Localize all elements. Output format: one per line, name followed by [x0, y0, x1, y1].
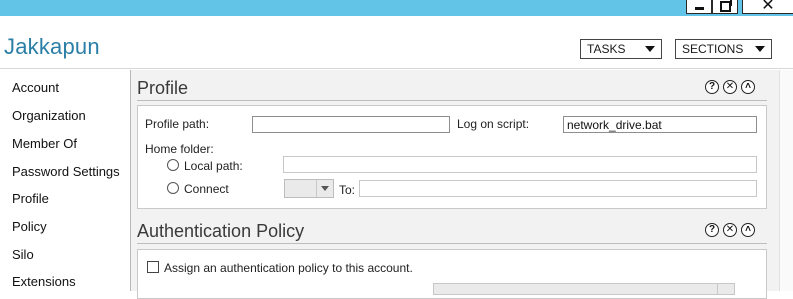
connect-radio[interactable] [167, 182, 179, 194]
nav-item-password-settings[interactable]: Password Settings [12, 164, 120, 179]
close-icon: ✕ [761, 0, 775, 14]
maximize-button[interactable] [712, 0, 738, 14]
nav-item-policy[interactable]: Policy [12, 219, 47, 234]
sections-dropdown[interactable]: SECTIONS [675, 39, 772, 59]
page-title: Jakkapun [4, 34, 100, 59]
help-icon[interactable]: ? [705, 223, 719, 237]
nav-item-organization[interactable]: Organization [12, 108, 86, 123]
collapse-icon[interactable]: ˄ [741, 223, 755, 237]
local-path-radio[interactable] [167, 159, 179, 171]
local-path-label: Local path: [184, 159, 243, 173]
close-window-button[interactable]: ✕ [742, 0, 793, 14]
nav-item-profile[interactable]: Profile [12, 191, 49, 206]
connect-label: Connect [184, 182, 229, 196]
auth-policy-section-controls: ? ✕ ˄ [705, 223, 755, 237]
nav-item-member-of[interactable]: Member Of [12, 136, 77, 151]
profile-section-title: Profile [137, 78, 189, 98]
logon-script-input[interactable] [563, 116, 757, 133]
chevron-down-icon [316, 180, 333, 197]
profile-path-label: Profile path: [145, 117, 210, 131]
collapse-icon[interactable]: ˄ [741, 80, 755, 94]
to-label: To: [339, 183, 356, 197]
minimize-icon [694, 6, 704, 10]
auth-policy-select[interactable] [433, 283, 735, 295]
logon-script-label: Log on script: [457, 117, 530, 131]
vertical-scrollbar[interactable] [779, 70, 793, 291]
connect-to-input[interactable] [359, 180, 757, 197]
close-section-icon[interactable]: ✕ [723, 80, 737, 94]
nav-item-silo[interactable]: Silo [12, 247, 34, 262]
auth-policy-section-divider [137, 243, 767, 244]
help-icon[interactable]: ? [705, 80, 719, 94]
profile-section-divider [137, 100, 767, 101]
profile-section-controls: ? ✕ ˄ [705, 80, 755, 94]
drive-letter-select[interactable] [284, 179, 334, 198]
nav-item-account[interactable]: Account [12, 80, 59, 95]
profile-path-input[interactable] [252, 116, 450, 133]
tasks-dropdown[interactable]: TASKS [580, 39, 662, 59]
close-section-icon[interactable]: ✕ [723, 223, 737, 237]
minimize-button[interactable] [686, 0, 712, 14]
assign-auth-policy-checkbox[interactable] [147, 261, 159, 273]
local-path-input[interactable] [283, 156, 757, 173]
chevron-down-icon [755, 46, 765, 52]
auth-policy-section-title: Authentication Policy [137, 221, 305, 241]
restore-icon [719, 0, 732, 12]
tasks-label: TASKS [587, 42, 626, 56]
chevron-down-icon [717, 284, 734, 294]
chevron-down-icon [645, 46, 655, 52]
header-divider [0, 68, 793, 69]
assign-auth-policy-label: Assign an authentication policy to this … [164, 261, 413, 275]
sections-label: SECTIONS [682, 42, 744, 56]
nav-item-extensions[interactable]: Extensions [12, 274, 76, 289]
window-title-bar [0, 0, 793, 16]
home-folder-label: Home folder: [145, 142, 214, 156]
